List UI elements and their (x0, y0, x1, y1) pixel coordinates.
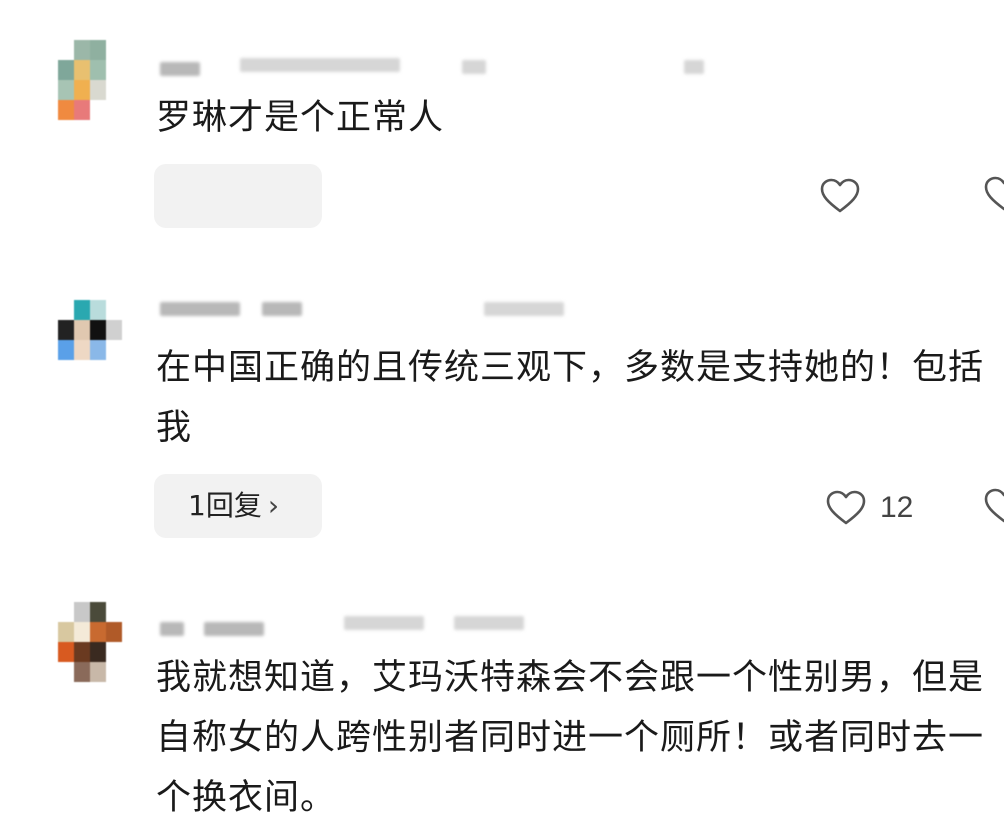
meta-blurred (454, 616, 524, 630)
comment-text: 我就想知道，艾玛沃特森会不会跟一个性别男，但是自称女的人跨性别者同时进一个厕所！… (156, 658, 985, 818)
username-blurred (160, 622, 184, 636)
avatar[interactable] (58, 602, 122, 682)
comment-item: 我就想知道，艾玛沃特森会不会跟一个性别男，但是自称女的人跨性别者同时进一个厕所！… (0, 0, 1004, 824)
username-blurred (204, 622, 264, 636)
meta-blurred (344, 616, 424, 630)
